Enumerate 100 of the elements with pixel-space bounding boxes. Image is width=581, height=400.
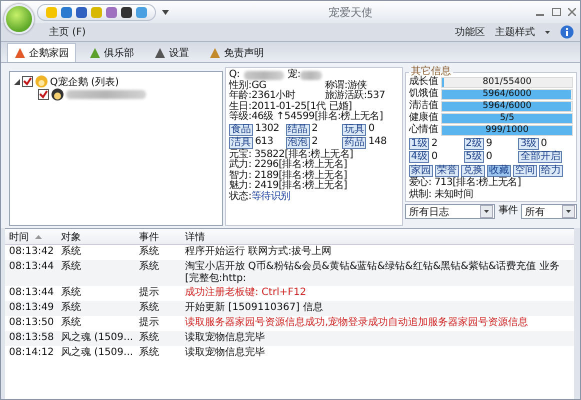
blurred-name xyxy=(244,70,284,80)
info-icon[interactable] xyxy=(560,25,574,39)
qq-label: Q: xyxy=(229,70,240,80)
info-text: 称谓:游侠 xyxy=(325,80,367,90)
menu-item[interactable]: 主题样式 xyxy=(495,25,535,39)
table-cell-text: 成功注册老板键: Ctrl+F12 xyxy=(184,286,308,300)
tab[interactable]: 企鹅家园 xyxy=(7,43,76,62)
column-header[interactable]: 事件 xyxy=(135,230,181,244)
event-label: 事件 xyxy=(498,206,518,217)
checkbox[interactable] xyxy=(38,89,49,100)
meter-label: 饥饿值 xyxy=(409,89,438,100)
item-button[interactable]: 泡泡 xyxy=(286,136,310,148)
table-cell-text: 系统 xyxy=(60,245,82,259)
grade-count: 0 xyxy=(486,152,492,162)
table-cell-text: 读取宠物信息完毕 xyxy=(184,346,266,360)
info-text: 旅游活跃:537 xyxy=(325,91,386,101)
table-cell-text: 系统 xyxy=(138,346,160,360)
column-header[interactable]: 对象 xyxy=(57,230,135,244)
info-text: 武力: 2296[排名:榜上无名] xyxy=(229,160,348,170)
tree-item[interactable]: Q宠企鹅 (列表) xyxy=(50,74,119,88)
status-value: 等待识别 xyxy=(251,192,290,202)
caret-icon[interactable] xyxy=(545,30,550,34)
tab[interactable]: 俱乐部 xyxy=(82,43,141,62)
action-button[interactable]: 家园 xyxy=(409,165,433,177)
menu-item[interactable]: 功能区 xyxy=(455,25,485,39)
info-text: 魅力: 2419[排名:榜上无名] xyxy=(229,181,348,191)
action-button[interactable]: 空间 xyxy=(513,165,537,177)
status-label: 状态: xyxy=(229,192,252,202)
item-count: 2 xyxy=(312,137,318,148)
table-cell-text: 08:14:12 xyxy=(8,346,55,360)
blurred-name xyxy=(300,70,322,80)
item-button[interactable]: 洁具 xyxy=(229,136,253,148)
table-cell-text: 淘宝小店开放 Q币&粉钻&会员&黄钻&蓝钻&绿钻&红钻&黑钻&紫钻&话费充值 业务[完整包:http: xyxy=(184,260,560,286)
expander-icon[interactable] xyxy=(14,78,20,84)
tab[interactable]: 免责声明 xyxy=(202,43,271,62)
item-button[interactable]: 结晶 xyxy=(286,124,310,136)
menu-item[interactable]: 主页 (F) xyxy=(49,25,86,39)
table-cell-text: 提示 xyxy=(138,286,160,300)
table-cell-text: 系统 xyxy=(138,301,160,315)
item-button[interactable]: 药品 xyxy=(342,136,366,148)
column-header[interactable]: 时间 xyxy=(5,230,57,244)
grade-button[interactable]: 5级 xyxy=(464,151,484,163)
open-all-button[interactable]: 全部开启 xyxy=(518,151,562,163)
dropdown-arrow-icon[interactable] xyxy=(566,210,571,213)
table-cell-text: 08:13:49 xyxy=(8,301,55,315)
cooldown-text: 烘制: 未知时间 xyxy=(409,190,474,200)
table-cell-text: 系统 xyxy=(60,316,82,330)
item-button[interactable]: 玩具 xyxy=(342,124,366,136)
table-cell-text: 系统 xyxy=(60,260,82,274)
meter-reading: 999/1000 xyxy=(484,126,530,135)
meter-label: 心情值 xyxy=(409,125,438,136)
table-cell-text: 风之魂 (1509... xyxy=(60,331,134,345)
action-button[interactable]: 给力 xyxy=(539,165,563,177)
log-filter-select[interactable]: 所有日志 xyxy=(405,204,496,219)
grade-count: 2 xyxy=(431,138,438,150)
item-count: 148 xyxy=(368,137,387,148)
item-count: 1302 xyxy=(255,124,280,135)
table-cell-text: 08:13:58 xyxy=(8,331,55,345)
table-cell-text: 系统 xyxy=(60,301,82,315)
toolbar-icon[interactable] xyxy=(76,6,87,18)
grade-button[interactable]: 2级 xyxy=(464,138,484,150)
item-count: 2 xyxy=(312,124,318,135)
grade-button[interactable]: 4级 xyxy=(409,151,430,163)
action-button[interactable]: 荣誉 xyxy=(435,165,459,177)
meter-label: 健康值 xyxy=(409,113,438,124)
table-cell-text: 提示 xyxy=(138,316,160,330)
toolbar-icon[interactable] xyxy=(121,6,132,18)
table-cell-text: 开始更新 [1509110367] 信息 xyxy=(184,301,324,315)
table-cell-text: 系统 xyxy=(138,260,160,274)
event-filter-select[interactable]: 所有 xyxy=(520,204,577,219)
table-cell-text: 08:13:44 xyxy=(8,260,55,274)
app-logo-icon[interactable] xyxy=(4,4,34,34)
checkbox[interactable] xyxy=(22,76,33,87)
caret-icon[interactable] xyxy=(162,10,169,14)
table-cell-text: 系统 xyxy=(60,286,82,300)
action-button[interactable]: 兑换 xyxy=(461,165,485,177)
table-cell-text: 读取服务器家园号资源信息成功,宠物登录成功自动追加服务器家园号资源信息 xyxy=(184,316,530,330)
meter-reading: 801/55400 xyxy=(482,78,532,87)
dropdown-arrow-icon[interactable] xyxy=(484,210,490,213)
table-cell-text: 08:13:42 xyxy=(8,245,55,259)
action-button[interactable]: 收藏 xyxy=(487,165,511,177)
column-header[interactable]: 详情 xyxy=(181,230,574,244)
info-text: 性别:GG xyxy=(229,80,268,90)
table-cell-text: 08:13:50 xyxy=(8,316,55,330)
meter-reading: 5/5 xyxy=(498,114,516,123)
table-cell-text: 系统 xyxy=(138,331,160,345)
table-cell-text: 读取宠物信息完毕 xyxy=(184,331,266,345)
table-cell-text: 风之魂 (1509... xyxy=(60,346,134,360)
tab[interactable]: 设置 xyxy=(147,43,196,62)
table-cell-text: 程序开始运行 联网方式:拔号上网 xyxy=(184,245,333,259)
item-button[interactable]: 食品 xyxy=(229,124,253,136)
window-title: 宠爱天使 xyxy=(328,4,374,20)
info-text: 智力: 2189[排名:榜上无名] xyxy=(229,170,348,180)
item-count: 613 xyxy=(255,137,274,148)
grade-count: 9 xyxy=(486,138,492,150)
grade-button[interactable]: 3级 xyxy=(518,138,539,150)
table-cell-text: 08:13:44 xyxy=(8,286,55,300)
group-title: 其它信息 xyxy=(411,67,452,77)
meter-label: 成长值 xyxy=(409,77,438,88)
grade-button[interactable]: 1级 xyxy=(409,138,430,150)
